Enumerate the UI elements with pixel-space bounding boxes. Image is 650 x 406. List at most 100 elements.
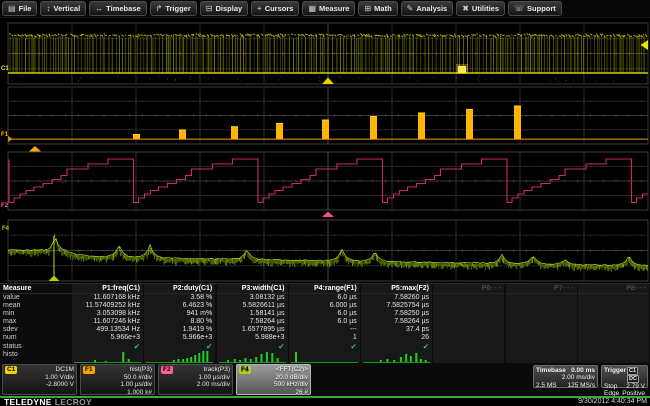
measure-cell: 3.08132 µs xyxy=(217,294,288,302)
timebase-samples: 2.5 MS xyxy=(536,382,557,389)
descriptor-box-f4[interactable]: F4<FFT(C2)>20.0 dB/div500 kHz/div26 # xyxy=(236,364,311,395)
c1-grid-label: C1 xyxy=(1,66,9,73)
measure-histicon xyxy=(361,351,432,364)
measure-cell: 7.58264 µs xyxy=(361,318,432,326)
waveform-display xyxy=(0,0,650,283)
descriptor-line: 26 # xyxy=(239,389,308,397)
grid-section-4 xyxy=(8,220,648,281)
measure-cell: 6.0 µs xyxy=(289,310,360,318)
channel-badge-f4: F4 xyxy=(239,366,251,374)
measure-status xyxy=(433,343,504,351)
descriptor-line: 500 kHz/div xyxy=(239,381,308,389)
measure-histicon xyxy=(217,351,288,364)
measure-histicon xyxy=(72,351,143,364)
measure-cell: 37.4 ps xyxy=(361,326,432,334)
descriptor-box-f2[interactable]: F2 track(P3)1.00 µs/div2.00 ms/div xyxy=(158,364,233,395)
measure-row-label-max: max xyxy=(0,318,72,326)
measure-cell: 1 xyxy=(289,334,360,342)
measure-cell xyxy=(433,294,504,302)
measure-cell: --- xyxy=(289,326,360,334)
measure-column-p6[interactable]: P6- - - xyxy=(433,284,504,364)
grid-section-3 xyxy=(8,152,648,210)
measure-cell xyxy=(578,334,649,342)
measure-cell: 6.0 µs xyxy=(289,294,360,302)
measure-cell: 1.9419 % xyxy=(144,326,215,334)
measure-status: ✔ xyxy=(72,343,143,351)
measure-cell: 499.13534 Hz xyxy=(72,326,143,334)
trigger-position-marker[interactable] xyxy=(322,78,334,85)
timebase-scale: 2.00 ms/div xyxy=(562,374,595,381)
f2-marker[interactable] xyxy=(322,212,334,218)
measure-cell xyxy=(433,318,504,326)
measure-cell xyxy=(506,310,577,318)
measure-row-label-status: status xyxy=(0,343,72,351)
measure-cell: 26 xyxy=(361,334,432,342)
measure-column-header: P5:max(F2) xyxy=(361,284,432,294)
measure-column-header: P6- - - xyxy=(433,284,504,294)
measure-row-label-histo: histo xyxy=(0,351,72,359)
channel-badge-f2: F2 xyxy=(161,366,173,374)
f2-grid-label: F2 xyxy=(1,203,8,210)
descriptor-title: track(P3) xyxy=(204,366,230,374)
measure-cell xyxy=(433,302,504,310)
descriptor-title: DC1M xyxy=(56,366,74,374)
measure-cell: 5.5826611 µs xyxy=(217,302,288,310)
measure-histicon xyxy=(433,351,504,364)
descriptor-line: 1.00 µs/div xyxy=(161,374,230,382)
measure-cell xyxy=(506,334,577,342)
descriptor-box-f1[interactable]: F1hist(P3)50.0 #/div1.00 µs/div1.000 k# xyxy=(80,364,155,395)
brand-logo: TELEDYNELECROY xyxy=(4,397,92,406)
measure-row-label-mean: mean xyxy=(0,302,72,310)
measure-cell xyxy=(433,334,504,342)
measure-cell: 7.5825754 µs xyxy=(361,302,432,310)
measure-cell xyxy=(578,310,649,318)
timebase-box[interactable]: Timebase 0.00 ms 2.00 ms/div 2.5 MS 125 … xyxy=(533,365,598,388)
f1-marker[interactable] xyxy=(29,146,41,152)
measure-cell: 7.58264 µs xyxy=(217,318,288,326)
f1-grid-label: F1 xyxy=(1,132,8,139)
measure-histicon xyxy=(506,351,577,364)
timebase-offset: 0.00 ms xyxy=(571,367,595,374)
measure-cell: 6.000 µs xyxy=(289,302,360,310)
descriptor-box-c1[interactable]: C1DC1M1.00 V/div-2.8000 V xyxy=(2,364,77,395)
descriptor-line: 2.00 ms/div xyxy=(161,381,230,389)
measure-column-p5[interactable]: P5:max(F2)7.58260 µs7.5825754 µs7.58250 … xyxy=(361,284,432,364)
descriptor-line: 1.00 V/div xyxy=(5,374,74,382)
measure-column-header: P7- - - xyxy=(506,284,577,294)
measure-cell: 11.57409252 kHz xyxy=(72,302,143,310)
measure-cell: 7.58260 µs xyxy=(361,294,432,302)
measure-column-p2[interactable]: P2:duty(C1)3.58 %6.4623 %941 m%8.80 %1.9… xyxy=(144,284,215,364)
descriptor-line: 1.00 µs/div xyxy=(83,381,152,389)
descriptor-title: hist(P3) xyxy=(130,366,152,374)
measure-column-p8[interactable]: P8- - - xyxy=(578,284,649,364)
measure-status xyxy=(578,343,649,351)
measure-column-header: P3:width(C1) xyxy=(217,284,288,294)
measure-cell: 11.607168 kHz xyxy=(72,294,143,302)
brand-lecroy: LECROY xyxy=(55,397,92,406)
oscilloscope-screen: ▤File↕Vertical↔Timebase↱Trigger⊟Display⌖… xyxy=(0,0,650,406)
trigger-level: 2.79 V xyxy=(626,383,645,390)
measure-cell xyxy=(506,318,577,326)
measure-cell: 7.58250 µs xyxy=(361,310,432,318)
brand-teledyne: TELEDYNE xyxy=(4,397,52,406)
measure-cell: 1.6577895 µs xyxy=(217,326,288,334)
trigger-box[interactable]: Trigger C1DC Stop 2.79 V Edge Positive xyxy=(601,365,648,388)
f4-marker[interactable] xyxy=(49,276,60,282)
measure-column-p1[interactable]: P1:freq(C1)11.607168 kHz11.57409252 kHz3… xyxy=(72,284,143,364)
measure-column-header: P8- - - xyxy=(578,284,649,294)
descriptor-line: 1.000 k# xyxy=(83,389,152,397)
trigger-source-chip: C1 xyxy=(627,367,638,375)
measure-column-p7[interactable]: P7- - - xyxy=(506,284,577,364)
measure-column-p4[interactable]: P4:range(F1)6.0 µs6.000 µs6.0 µs6.0 µs--… xyxy=(289,284,360,364)
measure-row-labels: Measurevaluemeanminmaxsdevnumstatushisto xyxy=(0,284,72,364)
descriptor-line: 50.0 #/div xyxy=(83,374,152,382)
measure-column-header: P1:freq(C1) xyxy=(72,284,143,294)
measure-cell: 3.053098 kHz xyxy=(72,310,143,318)
footer: TELEDYNELECROY 9/30/2012 4:40:34 PM xyxy=(0,398,650,406)
measure-cell: 1.58141 µs xyxy=(217,310,288,318)
measure-row-label-sdev: sdev xyxy=(0,326,72,334)
f4-grid-label: F4 xyxy=(2,226,9,233)
measure-column-p3[interactable]: P3:width(C1)3.08132 µs5.5826611 µs1.5814… xyxy=(217,284,288,364)
measure-cell: 6.0 µs xyxy=(289,318,360,326)
measure-histicon xyxy=(578,351,649,364)
